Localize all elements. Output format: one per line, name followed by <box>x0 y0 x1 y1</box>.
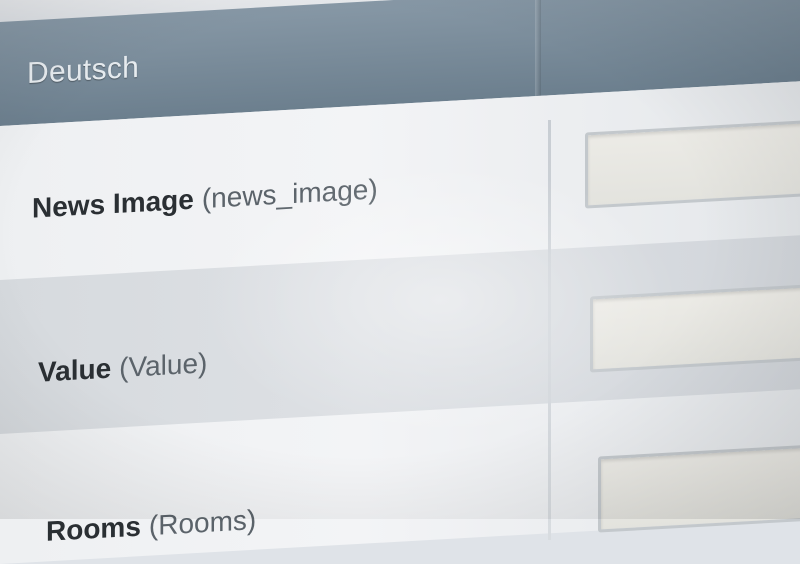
field-key: (Value) <box>119 347 208 384</box>
field-label-text: Rooms <box>46 510 141 547</box>
news-image-input[interactable] <box>585 119 800 209</box>
field-key: (Rooms) <box>148 504 257 542</box>
section-title: Deutsch <box>27 50 140 91</box>
value-input[interactable] <box>590 283 800 373</box>
form-panel: Deutsch News Image (news_image) Value (Val… <box>0 0 800 564</box>
column-divider <box>548 120 551 540</box>
field-label-text: Value <box>38 352 112 388</box>
header-divider <box>535 0 541 97</box>
rooms-input[interactable] <box>598 443 800 533</box>
